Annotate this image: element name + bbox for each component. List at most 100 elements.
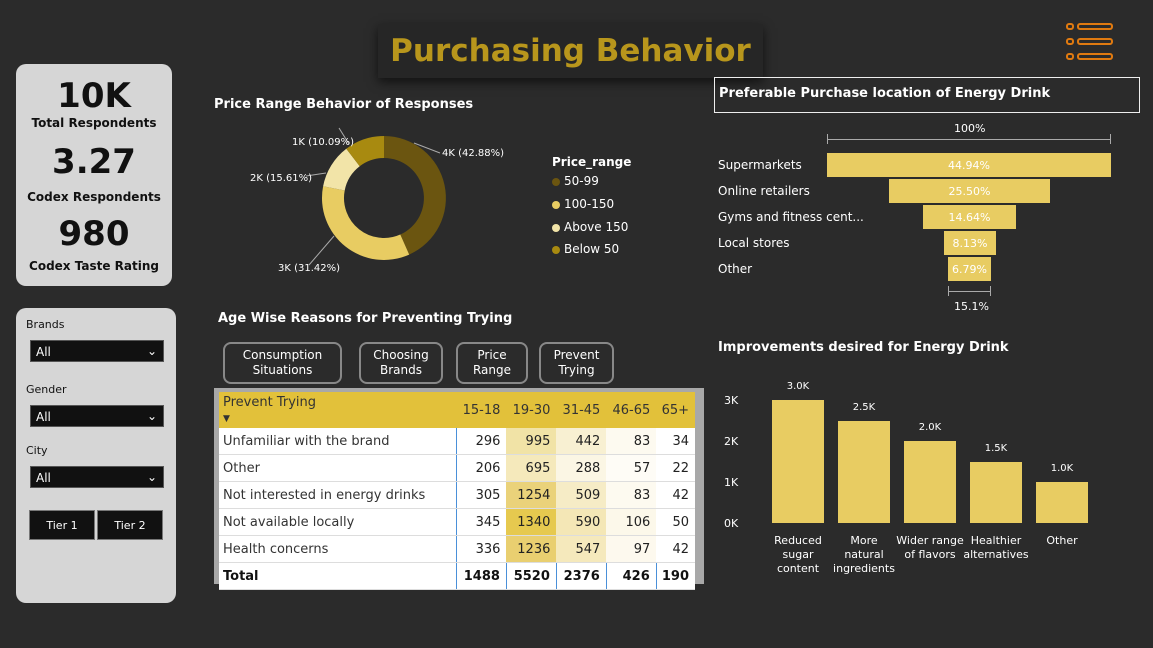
table-row[interactable]: Not available locally 345 1340 590 106 5… [219,508,695,536]
codex-taste-label: Codex Taste Rating [29,259,159,273]
legend-item-100-150[interactable]: 100-150 [552,197,614,211]
tier2-button[interactable]: Tier 2 [97,510,163,540]
slice-50-99 [384,136,446,255]
kpi-card: 10K Total Respondents 3.27 Codex Respond… [16,64,172,286]
x-axis-label: Healthier alternatives [963,534,1029,561]
funnel-top-line [827,139,1111,140]
legend-dot [552,223,560,232]
bar-2[interactable] [904,441,956,523]
gender-label: Gender [26,383,67,396]
bar-0[interactable] [772,400,824,523]
legend-dot [552,200,560,209]
page-title-box: Purchasing Behavior [378,24,763,78]
price-chart-title: Price Range Behavior of Responses [214,97,474,112]
label-4k: 4K (42.88%) [442,148,504,159]
funnel-label-online: Online retailers [718,184,810,198]
funnel-label-other: Other [718,262,753,276]
city-label: City [26,444,48,457]
x-axis-label: Reduced sugar content [774,534,822,575]
funnel-label-gyms: Gyms and fitness cent... [718,210,864,224]
legend-title: Price_range [552,155,632,169]
filters-panel: Brands All ⌄ Gender All ⌄ City All ⌄ Tie… [16,308,176,603]
gender-value: All [36,410,51,424]
bar-data-label: 2.5K [852,401,876,413]
codex-taste-value: 980 [58,214,130,254]
chevron-down-icon: ⌄ [146,470,157,484]
prevent-trying-button[interactable]: Prevent Trying [539,342,614,384]
matrix-header-46-65[interactable]: 46-65 [606,392,657,428]
bar-data-label: 2.0K [918,422,942,433]
bar-4[interactable] [1036,482,1088,523]
funnel-title: Preferable Purchase location of Energy D… [719,86,1051,101]
table-row[interactable]: Health concerns 336 1236 547 97 42 [219,535,695,563]
x-axis-label: Other [1046,534,1078,547]
y-tick-2k: 2K [724,435,739,448]
slice-100-150 [321,186,410,260]
legend-dot [552,245,560,254]
matrix-header-15-18[interactable]: 15-18 [456,392,507,428]
legend-item-above-150[interactable]: Above 150 [552,220,628,234]
price-range-button[interactable]: Price Range [456,342,528,384]
codex-respondents-label: Codex Respondents [27,190,161,204]
funnel-bottom-pct: 15.1% [954,300,989,313]
matrix-header-reason[interactable]: Prevent Trying ▼ [219,392,457,428]
choosing-brands-button[interactable]: Choosing Brands [359,342,443,384]
total-respondents-label: Total Respondents [31,116,157,130]
bar-data-label: 1.0K [1050,463,1074,474]
funnel-tick [948,286,949,296]
brands-value: All [36,345,51,359]
funnel-bar-supermarkets[interactable]: 44.94% [827,153,1111,177]
improvements-title: Improvements desired for Energy Drink [718,340,1009,355]
x-axis-label: More natural ingredients [833,534,895,575]
table-row[interactable]: Other 206 695 288 57 22 [219,454,695,482]
matrix-header-31-45[interactable]: 31-45 [556,392,607,428]
brands-dropdown[interactable]: All ⌄ [30,340,164,362]
chevron-down-icon: ⌄ [146,409,157,423]
funnel-bar-local[interactable]: 8.13% [944,231,996,255]
table-total-row: Total 1488 5520 2376 426 190 [219,562,695,590]
funnel-bar-other[interactable]: 6.79% [948,257,991,281]
label-3k: 3K (31.42%) [278,263,340,274]
city-value: All [36,471,51,485]
menu-icon[interactable] [1066,22,1114,62]
consumption-situations-button[interactable]: Consumption Situations [223,342,342,384]
y-tick-0k: 0K [724,517,739,530]
bar-data-label: 1.5K [984,442,1008,454]
label-2k: 2K (15.61%) [250,173,312,184]
sort-down-icon: ▼ [223,414,230,424]
legend-dot [552,177,560,186]
page-title: Purchasing Behavior [390,33,751,69]
bar-data-label: 3.0K [786,381,810,392]
bar-1[interactable] [838,420,890,523]
label-1k: 1K (10.09%) [292,137,354,148]
funnel-tick [827,134,828,144]
table-row[interactable]: Unfamiliar with the brand 296 995 442 83… [219,428,695,455]
matrix-header-19-30[interactable]: 19-30 [506,392,557,428]
funnel-title-box: Preferable Purchase location of Energy D… [714,77,1140,113]
matrix-header-65plus[interactable]: 65+ [656,392,695,428]
chevron-down-icon: ⌄ [146,344,157,358]
funnel-tick [990,286,991,296]
codex-respondents-value: 3.27 [52,142,136,182]
funnel-bar-online[interactable]: 25.50% [889,179,1050,203]
price-donut-chart: 4K (42.88%) 3K (31.42%) 2K (15.61%) 1K (… [250,127,504,274]
age-section-title: Age Wise Reasons for Preventing Trying [218,311,513,326]
funnel-tick [1110,134,1111,144]
tier1-button[interactable]: Tier 1 [29,510,95,540]
table-row[interactable]: Not interested in energy drinks 305 1254… [219,481,695,509]
funnel-bar-gyms[interactable]: 14.64% [923,205,1016,229]
funnel-label-supermarkets: Supermarkets [718,158,802,172]
funnel-top-pct: 100% [954,122,986,135]
brands-label: Brands [26,318,65,331]
total-respondents-value: 10K [57,76,131,116]
legend-item-50-99[interactable]: 50-99 [552,174,599,188]
gender-dropdown[interactable]: All ⌄ [30,405,164,427]
funnel-bottom-line [948,291,991,292]
legend-item-below-50[interactable]: Below 50 [552,242,619,256]
age-matrix: Prevent Trying ▼ 15-18 19-30 31-45 46-65 … [214,388,704,590]
funnel-label-local: Local stores [718,236,790,250]
y-tick-3k: 3K [724,394,739,407]
bar-3[interactable] [970,461,1022,523]
city-dropdown[interactable]: All ⌄ [30,466,164,488]
x-axis-label: Wider range of flavors [896,534,964,561]
